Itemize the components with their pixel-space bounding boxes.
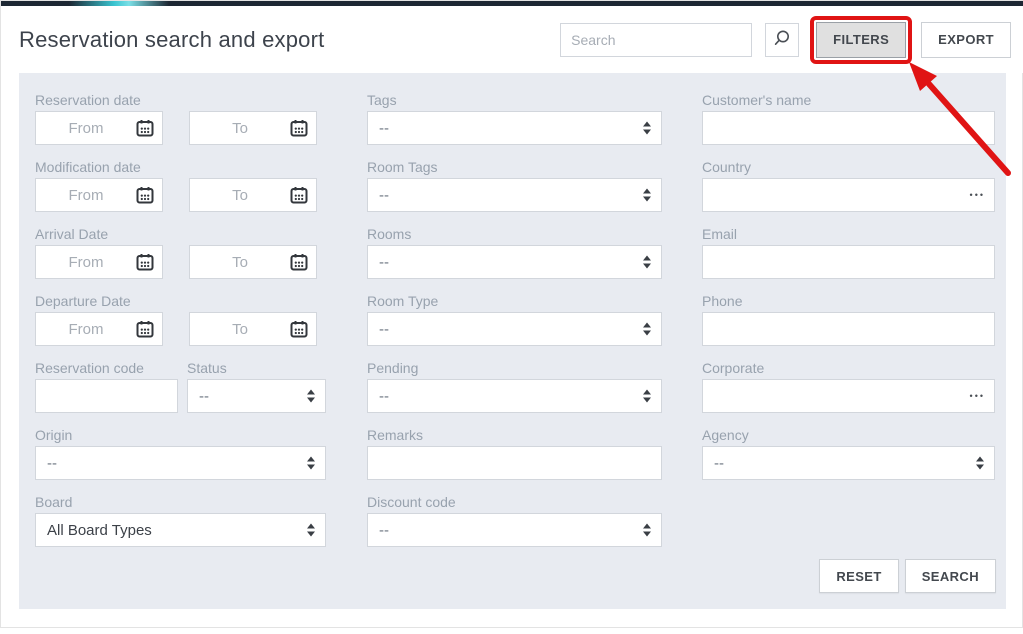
room-type-label: Room Type: [367, 293, 662, 310]
rooms-label: Rooms: [367, 226, 662, 243]
remarks-field: Remarks: [367, 427, 662, 480]
reservation-code-label: Reservation code: [35, 360, 178, 377]
rooms-select[interactable]: --: [367, 245, 662, 279]
email-field: Email: [702, 226, 995, 279]
discount-code-select[interactable]: --: [367, 513, 662, 547]
agency-label: Agency: [702, 427, 995, 444]
board-field: Board All Board Types: [35, 494, 326, 547]
departure-date-field: Departure Date: [35, 293, 326, 346]
reservation-date-label: Reservation date: [35, 92, 326, 109]
departure-date-to-input[interactable]: [189, 312, 317, 346]
modification-date-from-input[interactable]: [35, 178, 163, 212]
room-tags-field: Room Tags --: [367, 159, 662, 212]
pending-label: Pending: [367, 360, 662, 377]
filters-button[interactable]: FILTERS: [816, 22, 906, 58]
customers-name-field: Customer's name: [702, 92, 995, 145]
tags-label: Tags: [367, 92, 662, 109]
reservation-search-page: { "topbar": { "bar_color": "#1d2733", "a…: [0, 0, 1023, 628]
panel-action-buttons: RESET SEARCH: [819, 559, 996, 593]
status-field: Status --: [187, 360, 326, 413]
status-label: Status: [187, 360, 326, 377]
corporate-field: Corporate •••: [702, 360, 995, 413]
filter-column-3: Customer's name Country ••• Email Phone …: [702, 92, 995, 494]
search-button[interactable]: [765, 23, 799, 57]
country-input[interactable]: [702, 178, 995, 212]
modification-date-to-input[interactable]: [189, 178, 317, 212]
filter-column-1: Reservation date Modification date: [35, 92, 326, 561]
departure-date-to[interactable]: [189, 312, 317, 346]
arrival-date-to-input[interactable]: [189, 245, 317, 279]
reservation-date-from[interactable]: [35, 111, 163, 145]
code-status-row: Reservation code Status --: [35, 360, 326, 413]
room-tags-select[interactable]: --: [367, 178, 662, 212]
arrival-date-field: Arrival Date: [35, 226, 326, 279]
board-select[interactable]: All Board Types: [35, 513, 326, 547]
discount-code-label: Discount code: [367, 494, 662, 511]
arrival-date-from-input[interactable]: [35, 245, 163, 279]
remarks-input[interactable]: [367, 446, 662, 480]
departure-date-from-input[interactable]: [35, 312, 163, 346]
export-button[interactable]: EXPORT: [921, 22, 1011, 58]
tags-field: Tags --: [367, 92, 662, 145]
country-field: Country •••: [702, 159, 995, 212]
room-type-select[interactable]: --: [367, 312, 662, 346]
discount-code-field: Discount code --: [367, 494, 662, 547]
board-label: Board: [35, 494, 326, 511]
departure-date-label: Departure Date: [35, 293, 326, 310]
status-select[interactable]: --: [187, 379, 326, 413]
corporate-input[interactable]: [702, 379, 995, 413]
customers-name-label: Customer's name: [702, 92, 995, 109]
header: Reservation search and export FILTERS EX…: [1, 6, 1023, 73]
reservation-date-to-input[interactable]: [189, 111, 317, 145]
arrival-date-from[interactable]: [35, 245, 163, 279]
modification-date-from[interactable]: [35, 178, 163, 212]
customers-name-input[interactable]: [702, 111, 995, 145]
agency-select[interactable]: --: [702, 446, 995, 480]
tags-select[interactable]: --: [367, 111, 662, 145]
country-label: Country: [702, 159, 995, 176]
departure-date-from[interactable]: [35, 312, 163, 346]
rooms-field: Rooms --: [367, 226, 662, 279]
header-actions: FILTERS EXPORT: [560, 16, 1011, 64]
pending-field: Pending --: [367, 360, 662, 413]
phone-field: Phone: [702, 293, 995, 346]
modification-date-label: Modification date: [35, 159, 326, 176]
phone-label: Phone: [702, 293, 995, 310]
reservation-date-to[interactable]: [189, 111, 317, 145]
page-title: Reservation search and export: [19, 27, 324, 53]
corporate-label: Corporate: [702, 360, 995, 377]
search-submit-button[interactable]: SEARCH: [905, 559, 996, 593]
room-tags-label: Room Tags: [367, 159, 662, 176]
origin-field: Origin --: [35, 427, 326, 480]
reservation-code-field: Reservation code: [35, 360, 178, 413]
arrival-date-to[interactable]: [189, 245, 317, 279]
filter-panel: Reservation date Modification date: [19, 73, 1006, 609]
country-lookup-ellipsis-icon[interactable]: •••: [970, 190, 985, 200]
room-type-field: Room Type --: [367, 293, 662, 346]
agency-field: Agency --: [702, 427, 995, 480]
reservation-code-input[interactable]: [35, 379, 178, 413]
remarks-label: Remarks: [367, 427, 662, 444]
reservation-date-from-input[interactable]: [35, 111, 163, 145]
email-input[interactable]: [702, 245, 995, 279]
pending-select[interactable]: --: [367, 379, 662, 413]
reservation-date-field: Reservation date: [35, 92, 326, 145]
arrival-date-label: Arrival Date: [35, 226, 326, 243]
search-input[interactable]: [560, 23, 752, 57]
search-icon: [772, 28, 792, 51]
origin-select[interactable]: --: [35, 446, 326, 480]
corporate-lookup-ellipsis-icon[interactable]: •••: [970, 391, 985, 401]
filter-column-2: Tags -- Room Tags -- Rooms --: [367, 92, 662, 561]
reset-button[interactable]: RESET: [819, 559, 898, 593]
modification-date-field: Modification date: [35, 159, 326, 212]
email-label: Email: [702, 226, 995, 243]
modification-date-to[interactable]: [189, 178, 317, 212]
origin-label: Origin: [35, 427, 326, 444]
filters-highlight-box: FILTERS: [810, 16, 912, 64]
phone-input[interactable]: [702, 312, 995, 346]
